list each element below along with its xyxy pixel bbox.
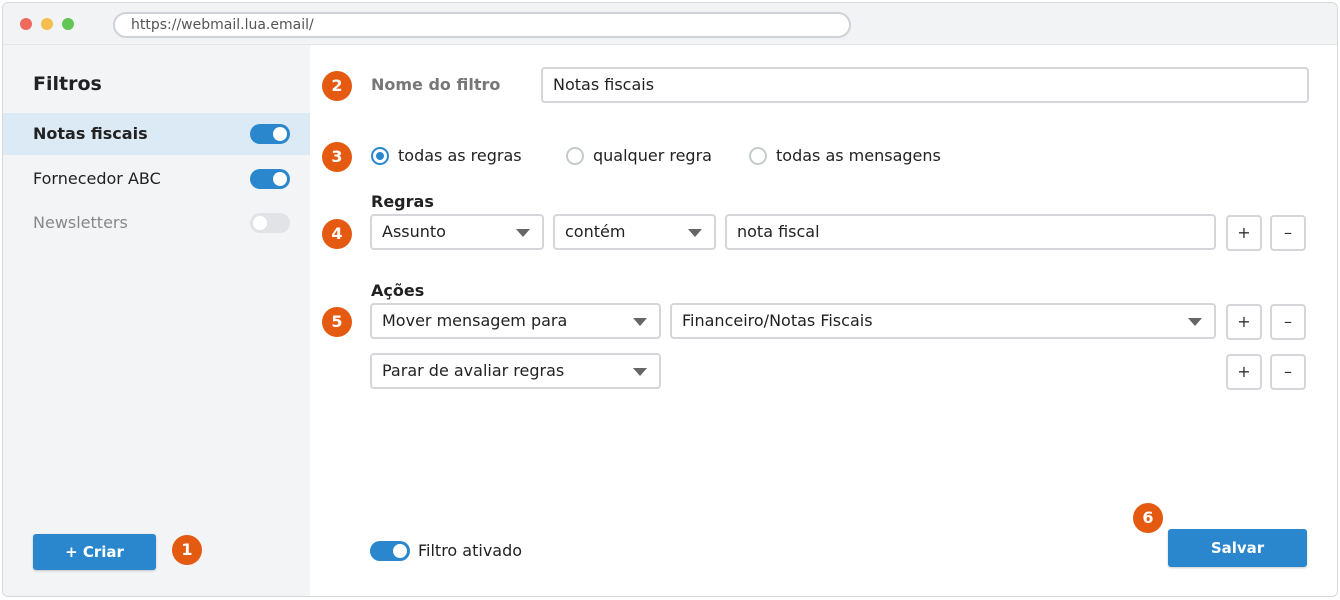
filter-toggle-notas-fiscais[interactable] xyxy=(250,124,290,144)
action-select-2[interactable]: Parar de avaliar regras xyxy=(370,353,661,389)
rule-operator-select[interactable]: contém xyxy=(553,214,716,250)
filter-item-fornecedor-abc[interactable]: Fornecedor ABC xyxy=(3,158,310,200)
filter-item-newsletters[interactable]: Newsletters xyxy=(3,202,310,244)
actions-heading: Ações xyxy=(371,281,425,300)
filter-item-label: Newsletters xyxy=(33,213,128,232)
filter-enabled-toggle[interactable] xyxy=(370,541,410,561)
save-button[interactable]: Salvar xyxy=(1168,529,1307,567)
radio-checked-icon xyxy=(371,147,389,165)
filter-item-label: Fornecedor ABC xyxy=(33,169,161,188)
filter-item-label: Notas fiscais xyxy=(33,124,148,143)
step-badge-4: 4 xyxy=(322,219,352,249)
minimize-window-icon[interactable] xyxy=(41,18,53,30)
remove-action-button-1[interactable]: – xyxy=(1270,304,1306,340)
url-bar[interactable]: https://webmail.lua.email/ xyxy=(113,12,851,38)
radio-unchecked-icon xyxy=(566,147,584,165)
filter-enabled-label: Filtro ativado xyxy=(418,541,523,560)
step-badge-6: 6 xyxy=(1133,503,1163,533)
rule-value-input[interactable]: nota fiscal xyxy=(725,214,1216,250)
create-filter-button[interactable]: + Criar xyxy=(33,534,156,570)
chevron-down-icon xyxy=(688,229,702,237)
chevron-down-icon xyxy=(1188,318,1202,326)
filter-item-notas-fiscais[interactable]: Notas fiscais xyxy=(3,113,310,155)
rule-field-select[interactable]: Assunto xyxy=(370,214,544,250)
filter-toggle-fornecedor-abc[interactable] xyxy=(250,169,290,189)
remove-action-button-2[interactable]: – xyxy=(1270,354,1306,390)
action-target-folder-select[interactable]: Financeiro/Notas Fiscais xyxy=(670,303,1216,339)
radio-unchecked-icon xyxy=(749,147,767,165)
chevron-down-icon xyxy=(516,229,530,237)
step-badge-1: 1 xyxy=(172,535,202,565)
add-rule-button[interactable]: + xyxy=(1226,215,1262,251)
remove-rule-button[interactable]: – xyxy=(1270,215,1306,251)
chevron-down-icon xyxy=(633,318,647,326)
filters-sidebar: Filtros Notas fiscais Fornecedor ABC New… xyxy=(3,45,310,596)
step-badge-5: 5 xyxy=(322,307,352,337)
add-action-button-2[interactable]: + xyxy=(1226,354,1262,390)
rules-heading: Regras xyxy=(371,192,434,211)
step-badge-3: 3 xyxy=(322,142,352,172)
chevron-down-icon xyxy=(633,368,647,376)
maximize-window-icon[interactable] xyxy=(62,18,74,30)
filter-name-label: Nome do filtro xyxy=(371,75,501,94)
sidebar-title: Filtros xyxy=(33,73,102,95)
filter-name-input[interactable]: Notas fiscais xyxy=(541,67,1309,103)
action-select-1[interactable]: Mover mensagem para xyxy=(370,303,661,339)
browser-titlebar: https://webmail.lua.email/ xyxy=(3,3,1337,45)
add-action-button-1[interactable]: + xyxy=(1226,304,1262,340)
filter-toggle-newsletters[interactable] xyxy=(250,213,290,233)
close-window-icon[interactable] xyxy=(20,18,32,30)
step-badge-2: 2 xyxy=(322,71,352,101)
